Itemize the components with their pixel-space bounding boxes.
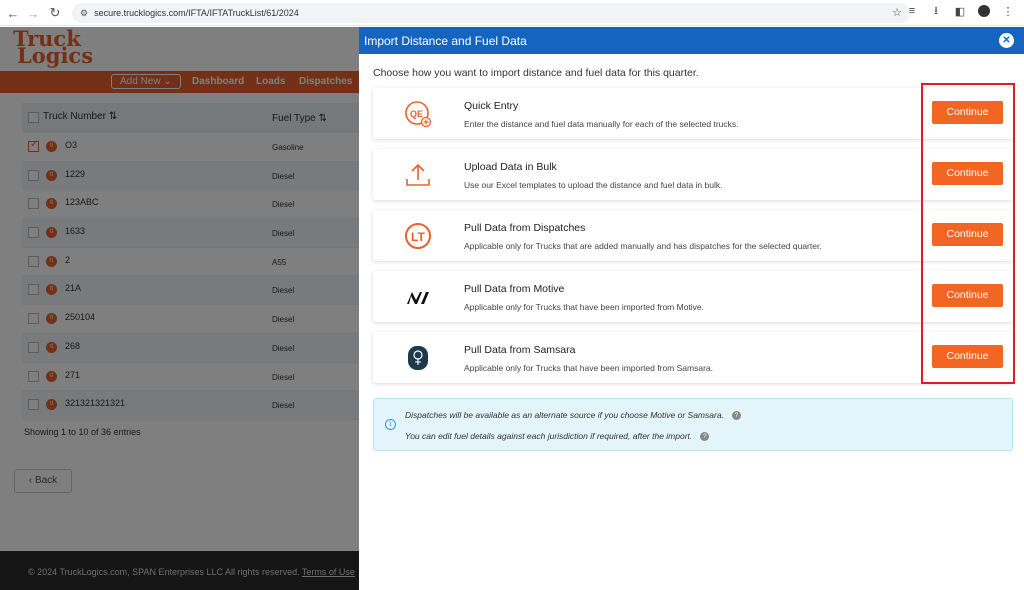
- bookmark-star-icon[interactable]: ☆: [892, 6, 902, 19]
- option-title: Pull Data from Motive: [464, 283, 565, 295]
- back-arrow-icon[interactable]: ←: [2, 2, 24, 24]
- reload-icon[interactable]: ↻: [44, 2, 66, 24]
- close-icon[interactable]: ✕: [999, 33, 1014, 48]
- motive-icon: [407, 292, 429, 304]
- option-dispatches: LT Pull Data from Dispatches Applicable …: [373, 210, 1013, 261]
- panel-title: Import Distance and Fuel Data: [364, 34, 527, 48]
- option-samsara: Pull Data from Samsara Applicable only f…: [373, 332, 1013, 383]
- option-quick-entry: QE Quick Entry Enter the distance and fu…: [373, 88, 1013, 139]
- option-title: Pull Data from Dispatches: [464, 222, 586, 234]
- option-motive: Pull Data from Motive Applicable only fo…: [373, 271, 1013, 322]
- help-icon[interactable]: ?: [731, 411, 741, 421]
- info-box: i Dispatches will be available as an alt…: [373, 398, 1013, 451]
- import-data-panel: Import Distance and Fuel Data ✕ Choose h…: [359, 27, 1024, 590]
- help-icon[interactable]: ?: [700, 432, 710, 442]
- download-icon[interactable]: ⭳: [928, 3, 944, 19]
- forward-arrow-icon[interactable]: →: [22, 2, 44, 24]
- profile-avatar-icon[interactable]: [976, 3, 992, 19]
- trucklogics-icon: LT: [405, 223, 431, 249]
- info-line-1: Dispatches will be available as an alter…: [405, 410, 741, 421]
- quick-entry-icon: QE: [405, 101, 432, 128]
- option-desc: Applicable only for Trucks that are adde…: [464, 241, 822, 251]
- option-desc: Applicable only for Trucks that have bee…: [464, 302, 705, 312]
- option-title: Pull Data from Samsara: [464, 344, 576, 356]
- svg-text:LT: LT: [411, 230, 425, 244]
- media-icon[interactable]: ≡: [904, 3, 920, 19]
- sidepanel-icon[interactable]: ◧: [952, 3, 968, 19]
- option-upload-bulk: Upload Data in Bulk Use our Excel templa…: [373, 149, 1013, 200]
- panel-intro: Choose how you want to import distance a…: [373, 67, 699, 79]
- option-title: Quick Entry: [464, 100, 519, 112]
- site-info-icon[interactable]: ⚙: [80, 8, 88, 19]
- option-title: Upload Data in Bulk: [464, 161, 557, 173]
- panel-header: Import Distance and Fuel Data ✕: [359, 27, 1024, 54]
- option-desc: Applicable only for Trucks that have bee…: [464, 363, 713, 373]
- option-desc: Enter the distance and fuel data manuall…: [464, 119, 739, 129]
- samsara-icon: [408, 346, 428, 370]
- modal-backdrop[interactable]: [0, 27, 359, 590]
- address-bar[interactable]: ⚙ secure.trucklogics.com/IFTA/IFTATruckL…: [72, 3, 910, 23]
- info-line-2: You can edit fuel details against each j…: [405, 431, 710, 442]
- svg-text:QE: QE: [410, 109, 423, 119]
- info-icon: i: [385, 419, 396, 430]
- menu-kebab-icon[interactable]: ⋮: [1000, 3, 1016, 19]
- continue-buttons-highlight: [921, 83, 1015, 384]
- option-desc: Use our Excel templates to upload the di…: [464, 180, 723, 190]
- upload-icon: [406, 163, 430, 186]
- browser-toolbar: ← → ↻ ⚙ secure.trucklogics.com/IFTA/IFTA…: [0, 0, 1024, 26]
- url-text: secure.trucklogics.com/IFTA/IFTATruckLis…: [94, 8, 299, 18]
